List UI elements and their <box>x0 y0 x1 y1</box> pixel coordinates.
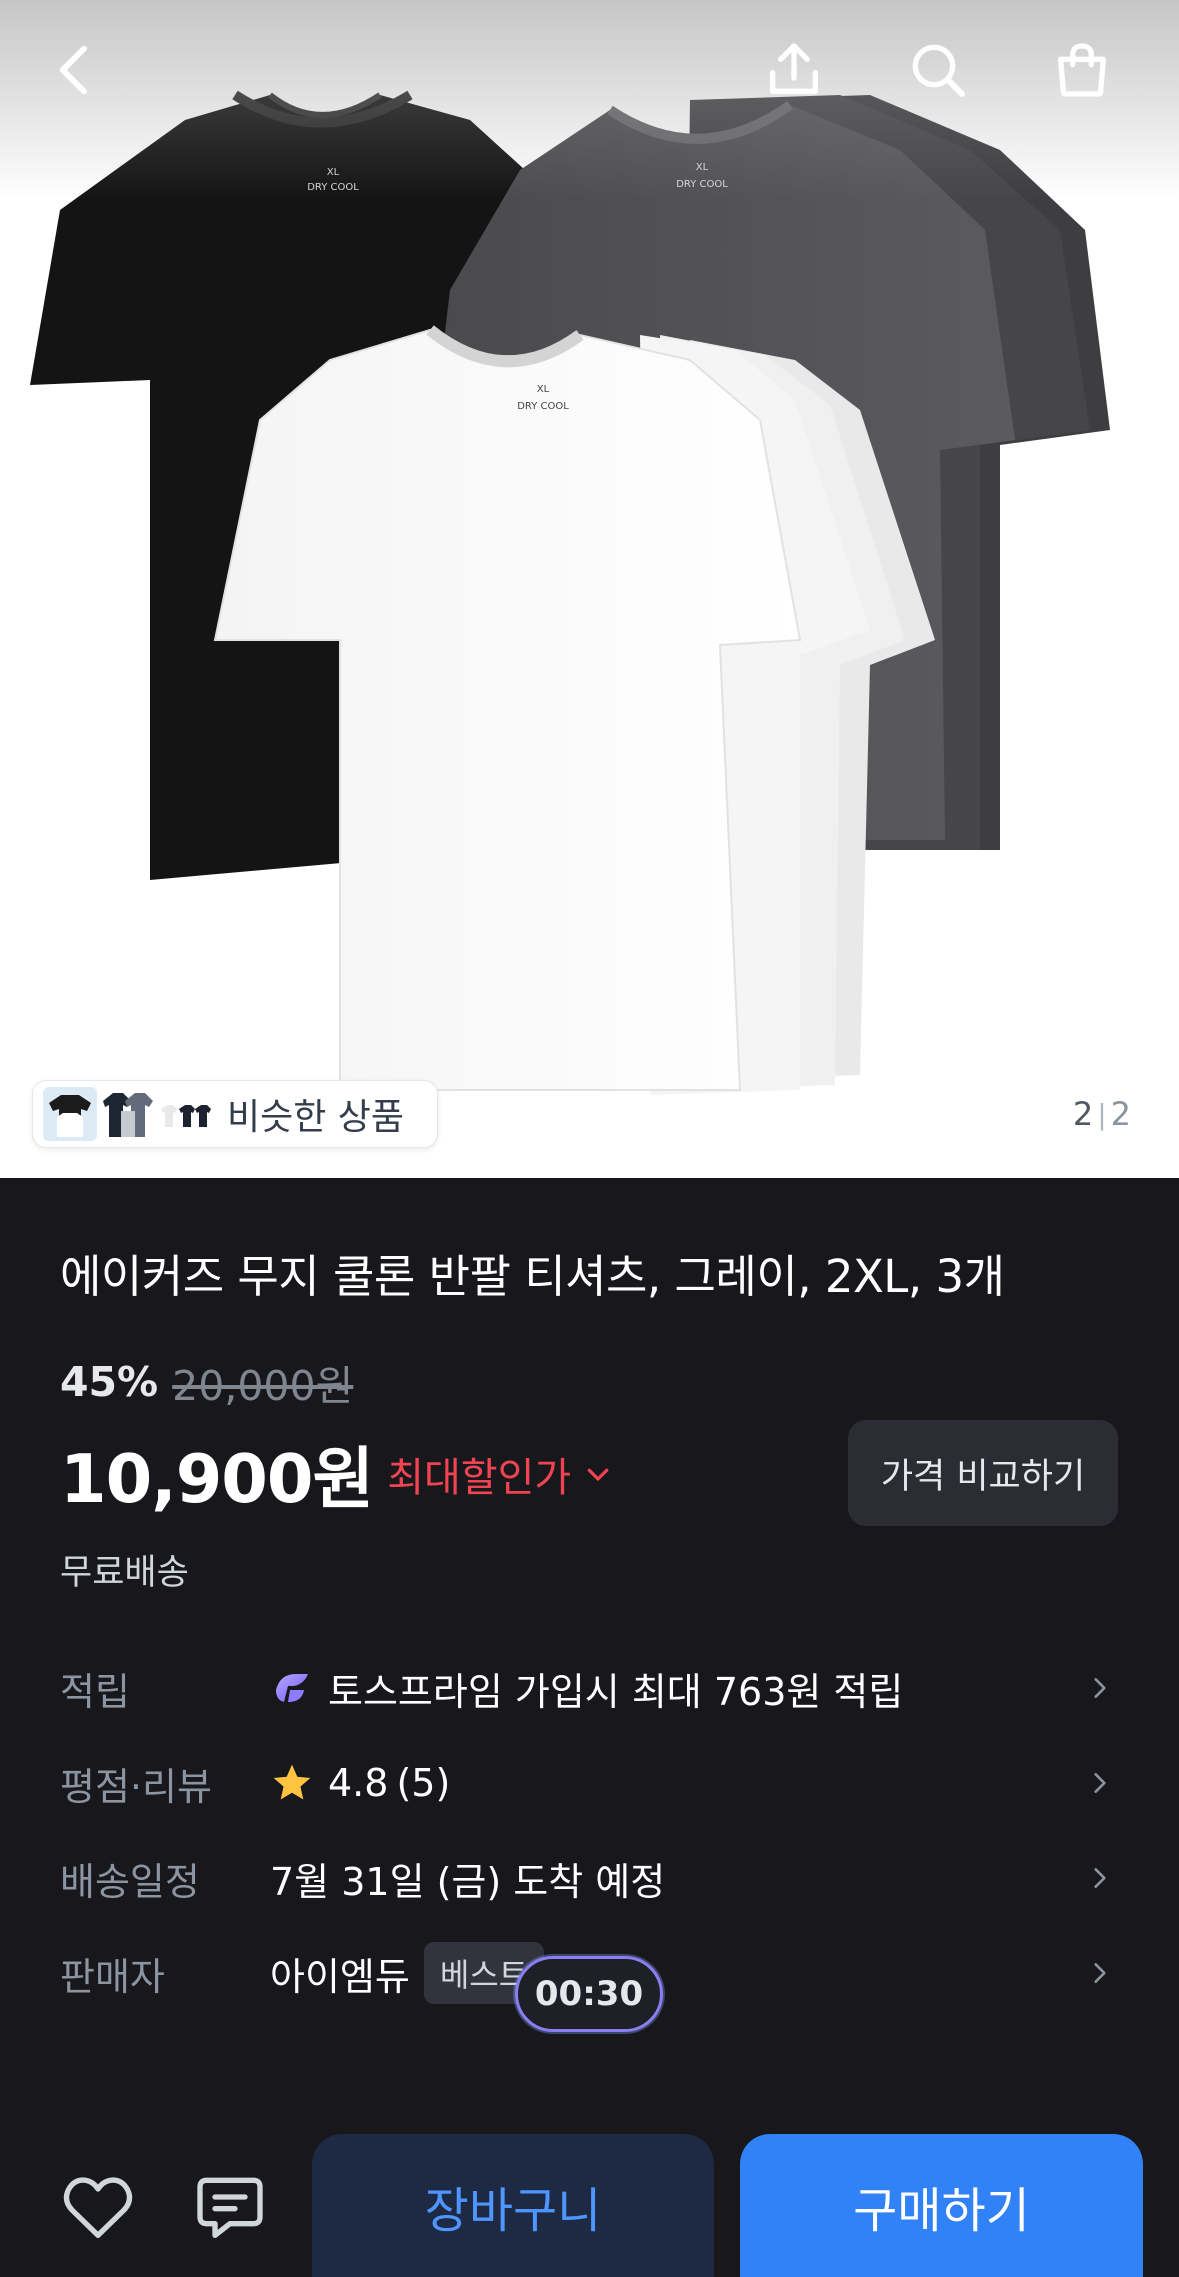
cart-icon-button[interactable] <box>1040 28 1124 112</box>
price-row: 10,900원 최대할인가 <box>60 1425 613 1522</box>
inquiry-button[interactable] <box>188 2165 272 2249</box>
delivery-label: 배송일정 <box>60 1859 200 1904</box>
similar-products-label: 비슷한 상품 <box>227 1097 405 1138</box>
max-discount-label: 최대할인가 <box>387 1454 572 1501</box>
original-price: 20,000원 <box>172 1362 354 1410</box>
price-compare-button[interactable]: 가격 비교하기 <box>848 1420 1118 1526</box>
wishlist-button[interactable] <box>56 2165 140 2249</box>
share-icon <box>770 43 818 94</box>
similar-thumbnail <box>43 1087 97 1141</box>
chevron-right-icon <box>1080 1668 1120 1708</box>
max-discount-toggle[interactable]: 최대할인가 <box>387 1445 613 1503</box>
similar-products-button[interactable]: 비슷한 상품 <box>32 1080 438 1148</box>
discount-row: 45% 20,000원 <box>60 1352 353 1412</box>
similar-products-thumbnails <box>43 1087 213 1141</box>
search-icon <box>912 44 965 97</box>
review-count: (5) <box>396 1761 451 1805</box>
rating-score: 4.8 <box>328 1761 389 1805</box>
shipping-info: 무료배송 <box>60 1553 189 1593</box>
points-label: 적립 <box>60 1669 130 1714</box>
chevron-right-icon <box>1080 1763 1120 1803</box>
page-current: 2 <box>1072 1095 1094 1133</box>
delivery-row[interactable]: 배송일정 7월 31일 (금) 도착 예정 <box>60 1838 1120 1918</box>
delivery-value: 7월 31일 (금) 도착 예정 <box>270 1859 666 1904</box>
points-row[interactable]: 적립 토스프라임 가입시 최대 763원 적립 <box>60 1648 1120 1728</box>
svg-text:DRY COOL: DRY COOL <box>676 179 728 190</box>
seller-name: 아이엠듀 <box>270 1954 410 1999</box>
points-value: 토스프라임 가입시 최대 763원 적립 <box>328 1669 904 1714</box>
svg-text:XL: XL <box>327 167 340 178</box>
discount-rate: 45% <box>60 1358 159 1406</box>
chevron-down-icon <box>587 1468 609 1481</box>
back-button[interactable] <box>34 28 118 112</box>
heart-icon <box>63 2177 133 2238</box>
rating-label: 평점·리뷰 <box>60 1764 212 1809</box>
svg-text:DRY COOL: DRY COOL <box>517 401 569 412</box>
toss-prime-icon <box>276 1674 308 1702</box>
page-total: 2 <box>1110 1095 1131 1133</box>
search-button[interactable] <box>896 28 980 112</box>
svg-text:XL: XL <box>696 162 709 173</box>
rating-review-row[interactable]: 평점·리뷰 4.8 (5) <box>60 1743 1120 1823</box>
seller-label: 판매자 <box>60 1954 165 1999</box>
svg-text:XL: XL <box>537 384 550 395</box>
similar-thumbnail <box>159 1087 213 1141</box>
product-image: XL DRY COOL XL DRY COOL XL DRY COOL <box>30 90 1110 1095</box>
chevron-right-icon <box>1080 1858 1120 1898</box>
similar-thumbnail <box>101 1087 155 1141</box>
countdown-timer: 00:30 <box>515 1956 663 2032</box>
chevron-left-icon <box>59 45 87 95</box>
buy-now-button[interactable]: 구매하기 <box>740 2134 1143 2277</box>
chat-icon <box>197 2177 263 2238</box>
star-icon <box>273 1764 311 1800</box>
product-image-carousel[interactable]: XL DRY COOL XL DRY COOL XL DRY COOL 비슷한 … <box>0 0 1179 1178</box>
add-to-cart-button[interactable]: 장바구니 <box>312 2134 714 2277</box>
product-title: 에이커즈 무지 쿨론 반팔 티셔츠, 그레이, 2XL, 3개 <box>60 1250 1005 1303</box>
svg-text:DRY COOL: DRY COOL <box>307 182 359 193</box>
share-button[interactable] <box>752 28 836 112</box>
image-page-indicator: 2 | 2 <box>1056 1084 1147 1144</box>
shopping-bag-icon <box>1058 43 1106 97</box>
sale-price: 10,900원 <box>60 1440 374 1518</box>
chevron-right-icon <box>1080 1953 1120 1993</box>
